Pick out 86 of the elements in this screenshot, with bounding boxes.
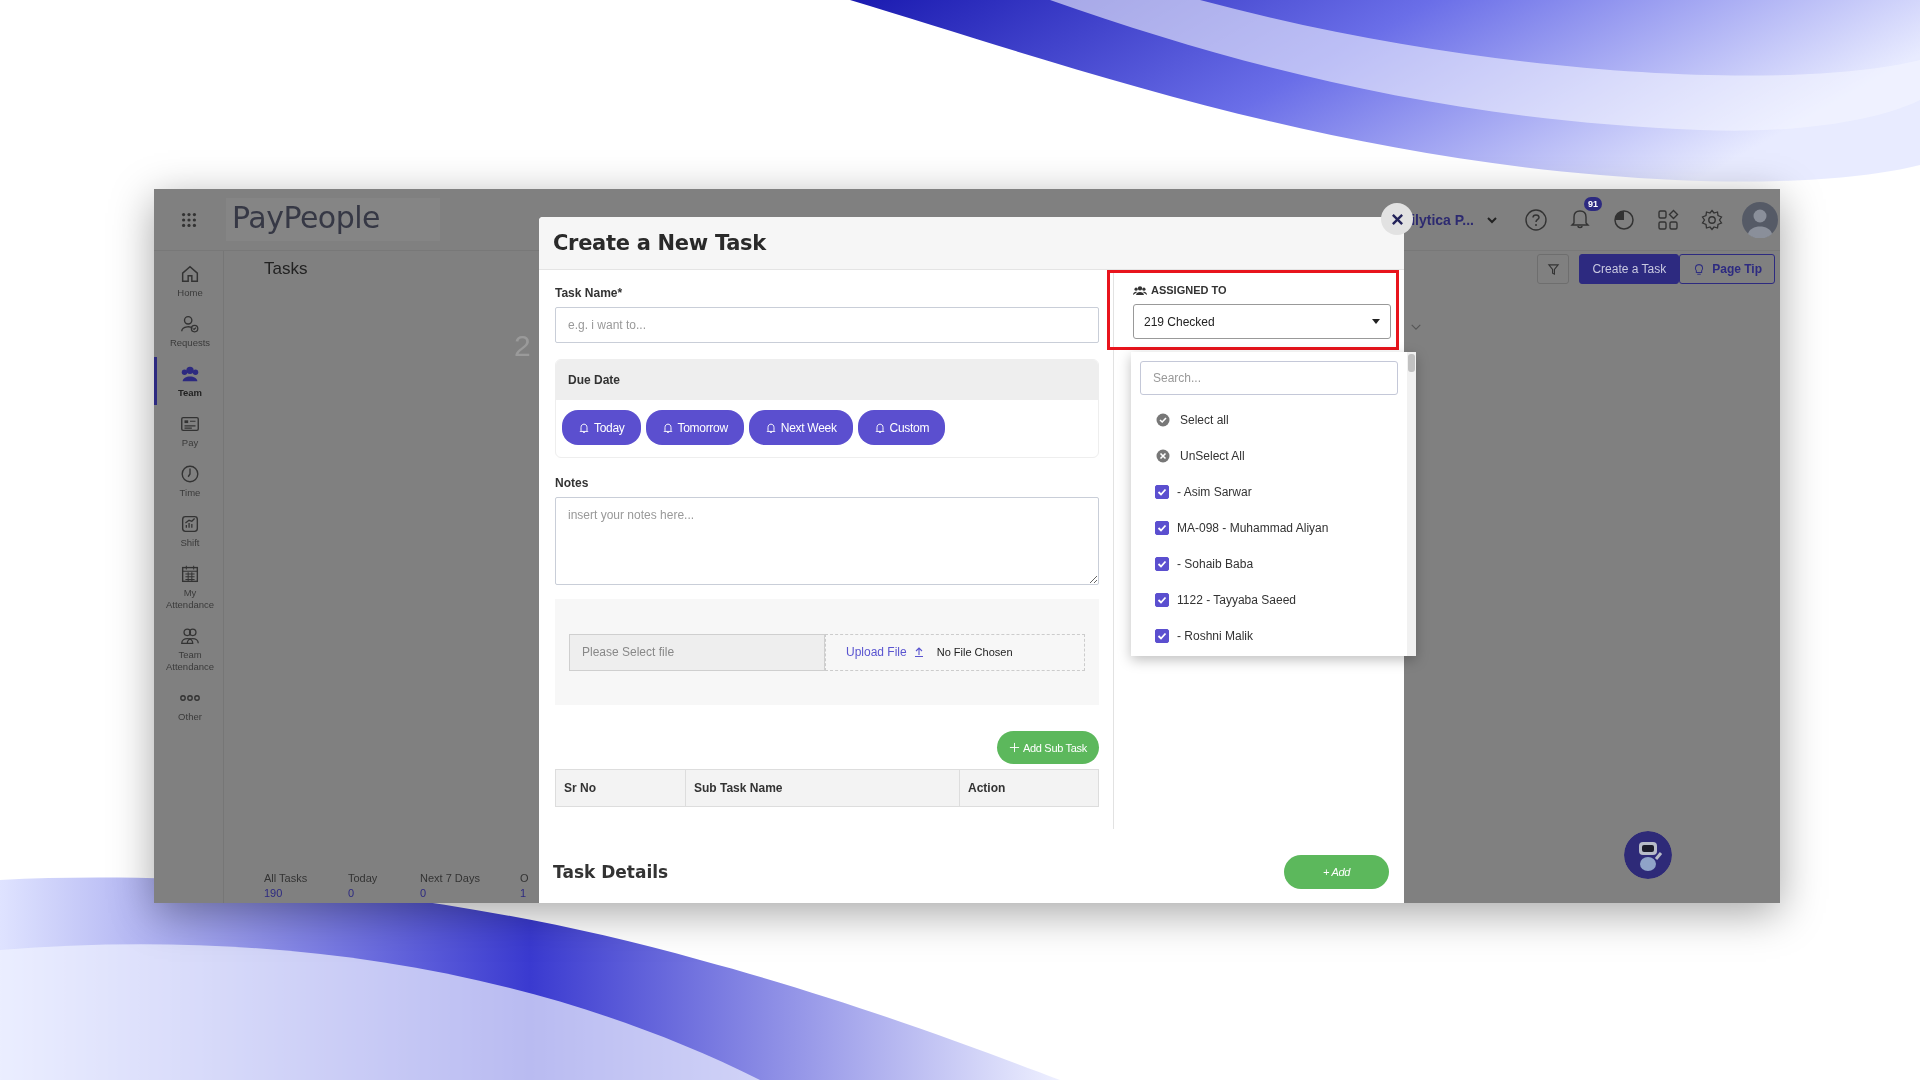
- stat-value: 190: [264, 887, 284, 899]
- assignee-option[interactable]: Select all: [1140, 402, 1416, 438]
- page-tip-button[interactable]: Page Tip: [1679, 254, 1775, 284]
- notes-field[interactable]: insert your notes here...: [555, 497, 1099, 585]
- apps-grid-icon[interactable]: [180, 210, 198, 229]
- page-title: Tasks: [264, 259, 308, 279]
- home-icon: [179, 263, 201, 285]
- upload-icon: [912, 646, 925, 658]
- sidebar-item[interactable]: Home: [154, 257, 223, 305]
- close-icon: [1390, 212, 1404, 226]
- sidebar-item[interactable]: Shift: [154, 507, 223, 555]
- filter-icon: [1546, 262, 1560, 276]
- caret-down-icon: [1372, 319, 1380, 324]
- checkbox[interactable]: [1155, 629, 1169, 643]
- sidebar-item[interactable]: Requests: [154, 307, 223, 355]
- assignee-select[interactable]: 219 Checked: [1133, 304, 1391, 339]
- upload-area[interactable]: Upload File No File Chosen: [825, 633, 1085, 671]
- due-date-button[interactable]: Next Week: [748, 410, 853, 445]
- sidebar-item[interactable]: Time: [154, 457, 223, 505]
- stat-label[interactable]: O: [520, 872, 529, 884]
- task-name-field[interactable]: e.g. i want to...: [555, 307, 1099, 343]
- users-icon: [1133, 284, 1147, 296]
- column-header: Sub Task Name: [686, 770, 960, 806]
- chevron-down-icon[interactable]: [1410, 323, 1422, 332]
- assignee-option[interactable]: MA-098 - Muhammad Aliyan: [1140, 510, 1416, 546]
- checkbox[interactable]: [1155, 593, 1169, 607]
- checkbox[interactable]: [1155, 557, 1169, 571]
- sidebar-item[interactable]: Team: [154, 357, 223, 405]
- sidebar-item[interactable]: Team Attendance: [154, 619, 223, 679]
- help-icon[interactable]: [1524, 207, 1548, 232]
- clock-icon: [179, 463, 201, 485]
- bell-icon: [764, 421, 777, 434]
- stat-value: 0: [348, 887, 356, 899]
- chart-icon: [179, 513, 201, 535]
- sidebar-item[interactable]: My Attendance: [154, 557, 223, 617]
- bell-icon: [578, 421, 590, 434]
- avatar[interactable]: [1742, 201, 1778, 238]
- stat-label[interactable]: Next 7 Days: [420, 872, 520, 884]
- calendar-icon: [179, 563, 201, 585]
- dots-icon: [180, 695, 200, 701]
- chat-bot-button[interactable]: [1624, 831, 1672, 879]
- assigned-to-label: ASSIGNED TO: [1151, 284, 1227, 296]
- file-field[interactable]: Please Select file: [569, 633, 825, 671]
- bell-icon: [661, 421, 674, 434]
- assignee-option[interactable]: - Roshni Malik: [1140, 618, 1416, 654]
- bell-icon: [873, 421, 886, 434]
- due-date-button[interactable]: Tomorrow: [645, 410, 744, 445]
- check-circle-icon: [1156, 413, 1170, 427]
- column-header: Sr No: [556, 770, 686, 806]
- section-title: Task Details: [553, 862, 669, 882]
- checkbox[interactable]: [1155, 485, 1169, 499]
- dialog-title: Create a New Task: [553, 231, 766, 255]
- assignee-option[interactable]: - Asim Sarwar: [1140, 474, 1416, 510]
- stat-label[interactable]: All Tasks: [264, 872, 348, 884]
- field-label: Task Name*: [555, 286, 624, 300]
- add-button[interactable]: + Add: [1284, 855, 1389, 889]
- add-sub-task-button[interactable]: Add Sub Task: [996, 731, 1099, 764]
- due-date-label: Due Date: [568, 373, 620, 387]
- due-date-button[interactable]: Custom: [857, 410, 946, 445]
- user-check-icon: [179, 313, 201, 335]
- company-selector[interactable]: ilytica P...: [1411, 211, 1474, 228]
- x-circle-icon: [1156, 449, 1170, 463]
- stat-value: 0: [420, 887, 428, 899]
- due-date-button[interactable]: Today: [562, 410, 641, 445]
- checkbox[interactable]: [1155, 521, 1169, 535]
- stat-label[interactable]: Today: [348, 872, 420, 884]
- pie-chart-icon[interactable]: [1612, 207, 1636, 232]
- plus-icon: [1008, 742, 1020, 753]
- create-task-button[interactable]: Create a Task: [1579, 254, 1680, 284]
- notification-badge: 91: [1584, 196, 1602, 211]
- settings-icon[interactable]: [1700, 207, 1724, 232]
- field-label: Notes: [555, 476, 590, 490]
- upload-file-link[interactable]: Upload File: [846, 645, 907, 659]
- assignee-option[interactable]: UnSelect All: [1140, 438, 1416, 474]
- column-header: Action: [967, 780, 1007, 797]
- sidebar-item[interactable]: Pay: [154, 407, 223, 455]
- file-status: No File Chosen: [936, 646, 1013, 658]
- assignee-option[interactable]: - Sohaib Baba: [1140, 546, 1416, 582]
- filter-button[interactable]: [1537, 254, 1570, 284]
- logo[interactable]: PayPeople: [232, 200, 381, 235]
- assignee-option[interactable]: 1122 - Tayyaba Saeed: [1140, 582, 1416, 618]
- stat-value: 1: [520, 887, 528, 899]
- search-field[interactable]: Search...: [1140, 361, 1398, 395]
- sidebar-item[interactable]: Other: [154, 681, 223, 729]
- close-button[interactable]: [1381, 203, 1413, 235]
- widgets-icon[interactable]: [1656, 207, 1680, 232]
